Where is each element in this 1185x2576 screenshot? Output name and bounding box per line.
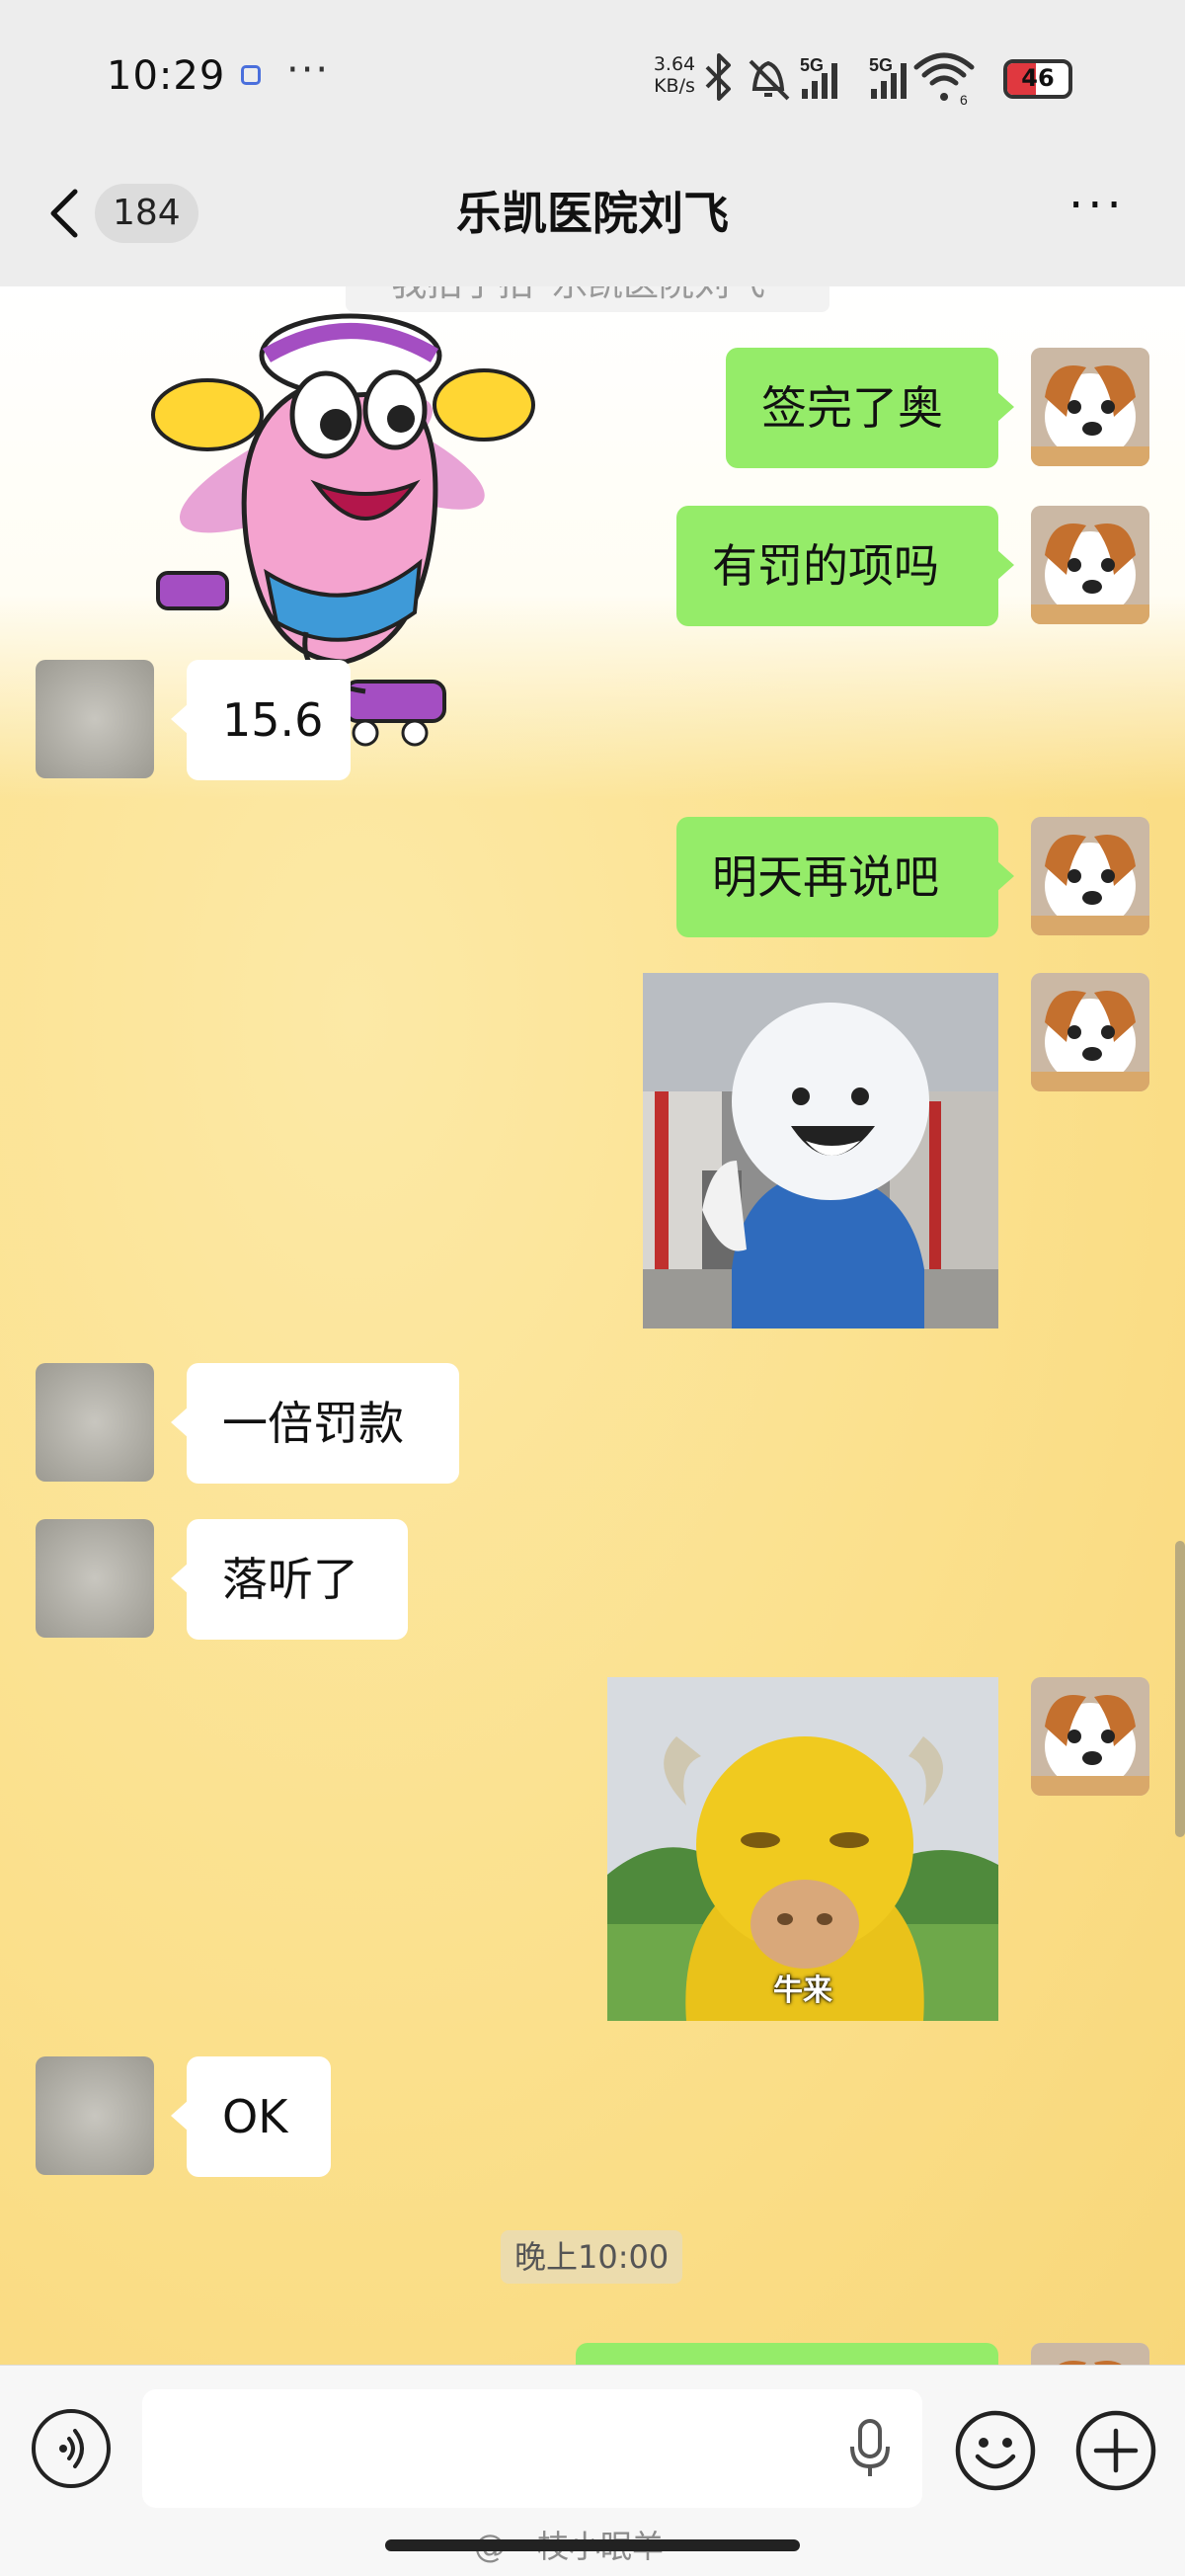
input-bar: @一枝小眠羊 <box>0 2365 1185 2576</box>
contact-avatar[interactable] <box>36 1519 154 1638</box>
contact-avatar[interactable] <box>36 1363 154 1482</box>
chat-header: 184 乐凯医院刘飞 ··· <box>0 158 1185 286</box>
message-bubble-received[interactable]: 落听了 <box>171 1519 408 1640</box>
dog-avatar-image <box>1031 506 1149 624</box>
mute-bell-icon <box>749 59 790 101</box>
back-arrow-icon[interactable] <box>40 184 89 243</box>
contact-avatar[interactable] <box>36 660 154 778</box>
dog-avatar-image <box>1031 973 1149 1091</box>
more-options-icon[interactable]: ··· <box>1068 178 1126 233</box>
my-avatar[interactable] <box>1031 348 1149 466</box>
my-avatar[interactable] <box>1031 1677 1149 1796</box>
message-bubble-sent[interactable]: 明天再说吧 <box>676 817 1014 937</box>
message-bubble-received[interactable]: OK <box>171 2056 331 2177</box>
mic-icon[interactable] <box>845 2417 895 2480</box>
battery-icon: 46 <box>1003 59 1072 99</box>
network-speed-unit: KB/s <box>654 75 695 97</box>
status-icons: 5G 5G 6 <box>705 52 975 107</box>
dog-avatar-image <box>1031 817 1149 935</box>
status-bar: 10:29 ··· 3.64 KB/s 5G 5G 6 46 <box>0 0 1185 158</box>
sim1-label: 5G <box>800 55 824 75</box>
more-notifications-icon: ··· <box>286 47 331 93</box>
message-bubble-sent-partial[interactable] <box>576 2343 998 2365</box>
my-avatar[interactable] <box>1031 506 1149 624</box>
bluetooth-icon <box>705 53 731 101</box>
message-bubble-received[interactable]: 一倍罚款 <box>171 1363 459 1484</box>
yellow-bull-sticker[interactable]: 牛来 <box>607 1677 998 2021</box>
battery-level: 46 <box>1021 64 1055 92</box>
sticker-caption: 牛来 <box>773 1973 832 2008</box>
voice-icon[interactable] <box>32 2409 111 2488</box>
plus-icon[interactable] <box>1074 2409 1157 2492</box>
dog-avatar-image <box>1031 1677 1149 1796</box>
message-bubble-sent[interactable]: 签完了奥 <box>726 348 1014 468</box>
message-bubble-received[interactable]: 15.6 <box>171 660 351 780</box>
chat-title: 乐凯医院刘飞 <box>456 187 729 240</box>
message-timestamp: 晚上10:00 <box>501 2230 683 2284</box>
status-time: 10:29 <box>107 53 226 99</box>
message-bubble-sent[interactable]: 有罚的项吗 <box>676 506 1014 626</box>
app-notification-icon <box>241 65 261 85</box>
my-avatar[interactable] <box>1031 817 1149 935</box>
dog-avatar-image <box>1031 2343 1149 2365</box>
my-avatar[interactable] <box>1031 973 1149 1091</box>
chat-area[interactable]: 我拍了拍“乐凯医院刘飞” 签完了奥 有罚的项吗 15.6 明天再说吧 <box>0 286 1185 2365</box>
unread-count-badge[interactable]: 184 <box>95 184 198 243</box>
sim2-label: 5G <box>869 55 893 75</box>
thumbs-up-mascot-sticker[interactable] <box>643 973 998 1328</box>
dog-avatar-image <box>1031 348 1149 466</box>
contact-avatar[interactable] <box>36 2056 154 2175</box>
network-speed: 3.64 KB/s <box>648 53 701 97</box>
scrollbar[interactable] <box>1175 1541 1185 1837</box>
my-avatar[interactable] <box>1031 2343 1149 2365</box>
wifi-sub-label: 6 <box>960 92 968 107</box>
emoji-icon[interactable] <box>954 2409 1037 2492</box>
network-speed-value: 3.64 <box>653 53 696 75</box>
message-input[interactable] <box>142 2389 922 2508</box>
home-indicator[interactable] <box>385 2539 800 2551</box>
